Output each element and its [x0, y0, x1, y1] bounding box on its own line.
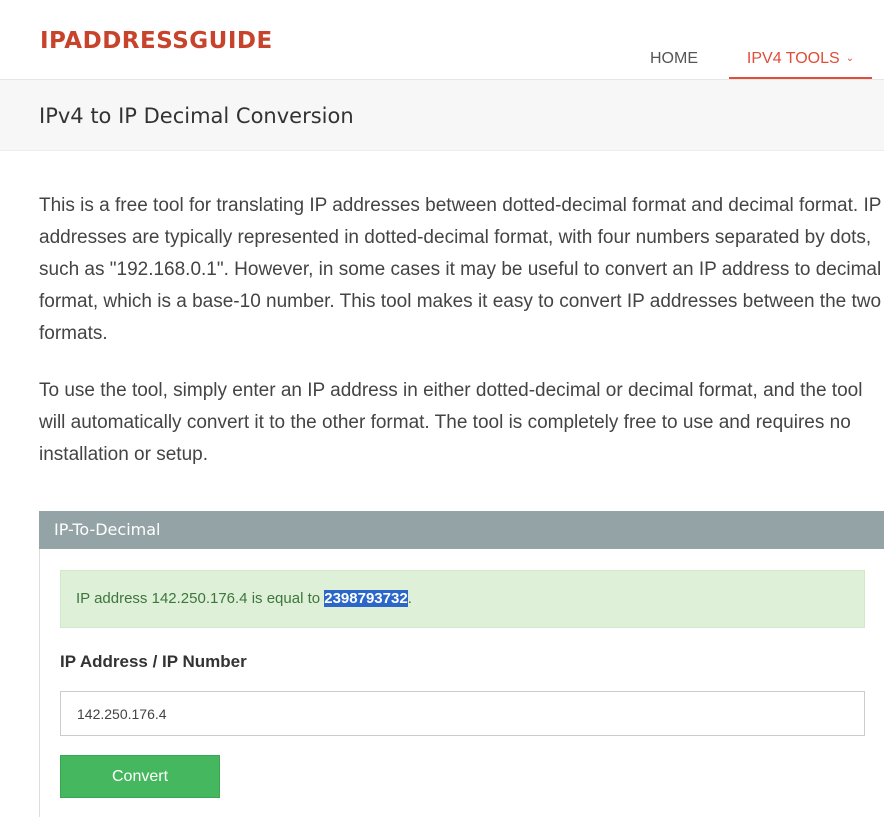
page-title: IPv4 to IP Decimal Conversion — [39, 104, 354, 128]
site-header: IPADDRESSGUIDE HOME IPV4 TOOLS ⌄ — [0, 0, 884, 80]
result-alert: IP address 142.250.176.4 is equal to 239… — [60, 570, 865, 628]
ip-field-label: IP Address / IP Number — [60, 652, 247, 671]
nav-home-label: HOME — [650, 50, 698, 67]
tool-panel-title: IP-To-Decimal — [54, 520, 161, 539]
nav-item-home[interactable]: HOME — [650, 38, 698, 79]
nav-tools-label: IPV4 TOOLS — [746, 50, 840, 67]
result-prefix: IP address 142.250.176.4 is equal to — [76, 590, 325, 607]
ip-address-input[interactable] — [60, 691, 865, 736]
result-decimal-value: 2398793732 — [324, 590, 408, 607]
chevron-down-icon: ⌄ — [845, 53, 855, 64]
convert-button[interactable]: Convert — [60, 755, 220, 798]
intro-paragraph-1: This is a free tool for translating IP a… — [39, 195, 882, 344]
tool-panel-header: IP-To-Decimal — [39, 511, 884, 549]
intro-paragraph-2: To use the tool, simply enter an IP addr… — [39, 380, 863, 465]
main-nav: HOME IPV4 TOOLS ⌄ — [0, 38, 884, 79]
nav-item-ipv4-tools[interactable]: IPV4 TOOLS ⌄ — [729, 38, 872, 79]
result-suffix: . — [407, 590, 412, 607]
page-title-band: IPv4 to IP Decimal Conversion — [0, 80, 884, 151]
